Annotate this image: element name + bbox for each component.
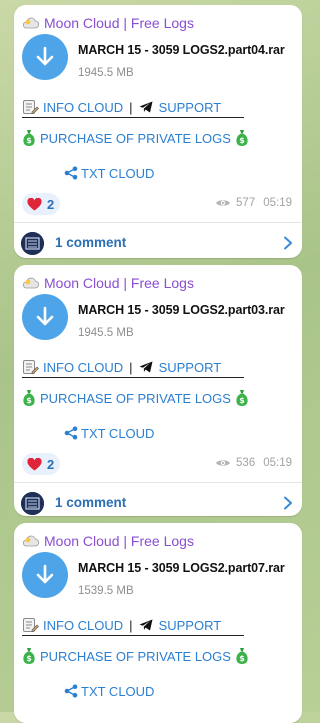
avatar <box>21 232 44 255</box>
memo-icon <box>23 99 39 114</box>
info-cloud-link[interactable]: INFO CLOUD <box>43 100 123 115</box>
money-bag-icon: $ <box>23 390 35 406</box>
purchase-row: $ PURCHASE OF PRIVATE LOGS $ <box>22 127 249 149</box>
message-feed: Moon Cloud | Free Logs MARCH 15 - 3059 L… <box>0 0 304 723</box>
separator: | <box>129 359 133 375</box>
download-button[interactable] <box>22 34 68 80</box>
separator: | <box>129 99 133 115</box>
cloud-icon <box>22 535 39 547</box>
txt-cloud-link[interactable]: TXT CLOUD <box>81 684 154 699</box>
purchase-row: $ PURCHASE OF PRIVATE LOGS $ <box>22 387 249 409</box>
svg-text:$: $ <box>239 396 245 405</box>
svg-text:$: $ <box>26 654 32 663</box>
money-bag-icon: $ <box>23 648 35 664</box>
message-card: Moon Cloud | Free Logs MARCH 15 - 3059 L… <box>14 265 302 516</box>
heart-icon <box>27 457 42 470</box>
file-size: 1945.5 MB <box>78 67 134 79</box>
purchase-row: $ PURCHASE OF PRIVATE LOGS $ <box>22 645 249 667</box>
share-icon <box>64 426 78 440</box>
telegram-icon <box>139 361 153 373</box>
telegram-icon <box>139 619 153 631</box>
links-row: INFO CLOUD | SUPPORT <box>22 97 221 117</box>
purchase-link[interactable]: PURCHASE OF PRIVATE LOGS <box>40 649 231 664</box>
avatar-image <box>21 232 44 255</box>
links-row: INFO CLOUD | SUPPORT <box>22 615 221 635</box>
reaction-count: 2 <box>47 456 55 472</box>
divider-line <box>22 635 244 637</box>
money-bag-icon: $ <box>236 648 248 664</box>
comments-button[interactable]: 1 comment <box>14 223 302 263</box>
cloud-icon <box>22 17 39 29</box>
chevron-right-icon <box>284 236 292 250</box>
message-meta: 536 05:19 <box>215 457 292 469</box>
divider-line <box>22 117 244 119</box>
comment-count: 1 comment <box>55 495 127 510</box>
eye-icon <box>216 460 231 466</box>
svg-text:$: $ <box>26 136 32 145</box>
txt-cloud-link[interactable]: TXT CLOUD <box>81 166 154 181</box>
memo-icon <box>23 359 39 374</box>
timestamp: 05:19 <box>263 457 292 469</box>
sender-name[interactable]: Moon Cloud | Free Logs <box>22 273 194 293</box>
avatar <box>21 492 44 515</box>
view-count: 577 <box>236 197 256 209</box>
support-link[interactable]: SUPPORT <box>159 618 222 633</box>
file-name: MARCH 15 - 3059 LOGS2.part07.rar <box>78 561 285 575</box>
info-cloud-link[interactable]: INFO CLOUD <box>43 360 123 375</box>
file-name: MARCH 15 - 3059 LOGS2.part03.rar <box>78 303 285 317</box>
sender-name[interactable]: Moon Cloud | Free Logs <box>22 13 194 33</box>
purchase-link[interactable]: PURCHASE OF PRIVATE LOGS <box>40 131 231 146</box>
sender-name[interactable]: Moon Cloud | Free Logs <box>22 531 194 551</box>
txt-cloud-row: TXT CLOUD <box>64 163 154 183</box>
txt-cloud-link[interactable]: TXT CLOUD <box>81 426 154 441</box>
money-bag-icon: $ <box>236 130 248 146</box>
svg-text:$: $ <box>26 396 32 405</box>
links-row: INFO CLOUD | SUPPORT <box>22 357 221 377</box>
timestamp: 05:19 <box>263 197 292 209</box>
share-icon <box>64 684 78 698</box>
comment-count: 1 comment <box>55 235 127 250</box>
message-card: Moon Cloud | Free Logs MARCH 15 - 3059 L… <box>14 5 302 258</box>
chevron-right-icon <box>284 496 292 510</box>
file-size: 1945.5 MB <box>78 327 134 339</box>
separator: | <box>129 617 133 633</box>
divider-line <box>22 377 244 379</box>
txt-cloud-row: TXT CLOUD <box>64 423 154 443</box>
money-bag-icon: $ <box>23 130 35 146</box>
download-arrow-icon <box>36 564 54 584</box>
purchase-link[interactable]: PURCHASE OF PRIVATE LOGS <box>40 391 231 406</box>
txt-cloud-row: TXT CLOUD <box>64 681 154 701</box>
info-cloud-link[interactable]: INFO CLOUD <box>43 618 123 633</box>
avatar-image <box>21 492 44 515</box>
telegram-icon <box>139 101 153 113</box>
support-link[interactable]: SUPPORT <box>159 100 222 115</box>
download-arrow-icon <box>36 46 54 66</box>
eye-icon <box>216 200 231 206</box>
reaction-count: 2 <box>47 196 55 212</box>
money-bag-icon: $ <box>236 390 248 406</box>
heart-reaction[interactable]: 2 <box>22 193 61 215</box>
file-size: 1539.5 MB <box>78 585 134 597</box>
download-arrow-icon <box>36 306 54 326</box>
download-button[interactable] <box>22 552 68 598</box>
svg-text:$: $ <box>239 654 245 663</box>
message-card: Moon Cloud | Free Logs MARCH 15 - 3059 L… <box>14 523 302 723</box>
view-count: 536 <box>236 457 256 469</box>
download-button[interactable] <box>22 294 68 340</box>
share-icon <box>64 166 78 180</box>
support-link[interactable]: SUPPORT <box>159 360 222 375</box>
memo-icon <box>23 617 39 632</box>
comments-button[interactable]: 1 comment <box>14 483 302 523</box>
message-meta: 577 05:19 <box>215 197 292 209</box>
heart-reaction[interactable]: 2 <box>22 453 61 475</box>
heart-icon <box>27 197 42 210</box>
svg-text:$: $ <box>239 136 245 145</box>
file-name: MARCH 15 - 3059 LOGS2.part04.rar <box>78 43 285 57</box>
cloud-icon <box>22 277 39 289</box>
